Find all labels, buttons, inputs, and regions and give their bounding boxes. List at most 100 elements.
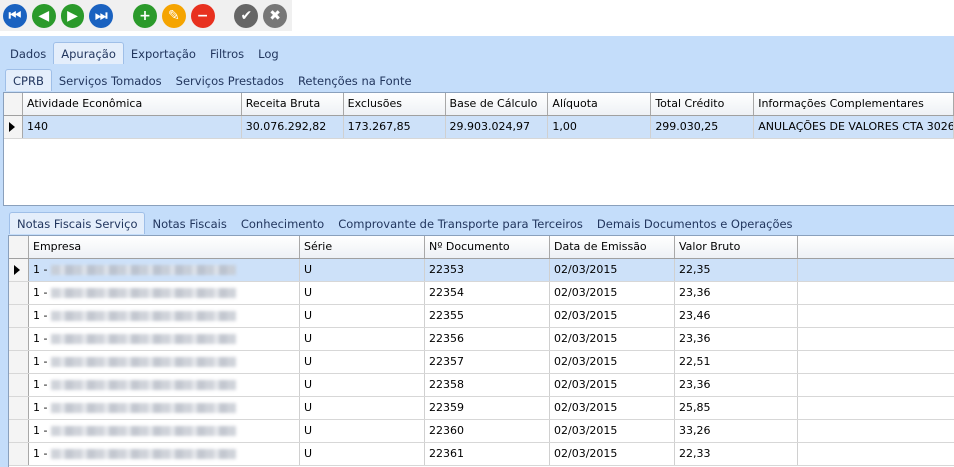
last-record-button[interactable]: ⏭ bbox=[89, 3, 114, 28]
minus-icon: − bbox=[196, 7, 209, 24]
cell-text: 22360 bbox=[429, 424, 464, 437]
edit-button[interactable]: ✎ bbox=[161, 3, 186, 28]
previous-record-button[interactable]: ◀ bbox=[31, 3, 56, 28]
cell-text: 22355 bbox=[429, 309, 464, 322]
table-row[interactable]: 1 - U 22361 02/03/2015 22,33 bbox=[9, 443, 954, 466]
cell-text: 22,51 bbox=[679, 355, 711, 368]
subtab-cprb[interactable]: CPRB bbox=[5, 69, 52, 91]
cell-text: 02/03/2015 bbox=[554, 263, 618, 276]
table-cell: U bbox=[300, 351, 425, 373]
next-record-button[interactable]: ▶ bbox=[60, 3, 85, 28]
cell-text: 29.903.024,97 bbox=[449, 120, 531, 133]
column-header[interactable]: Data de Emissão bbox=[550, 236, 675, 258]
row-indicator[interactable] bbox=[9, 397, 29, 419]
cell-text: 173.267,85 bbox=[347, 120, 411, 133]
subtab-reten-es-na-fonte[interactable]: Retenções na Fonte bbox=[291, 71, 419, 91]
table-cell: 1 - bbox=[29, 374, 300, 396]
redacted-company-name bbox=[50, 380, 236, 390]
table-cell: 173.267,85 bbox=[344, 116, 446, 138]
doctab-notas-fiscais-servi-o[interactable]: Notas Fiscais Serviço bbox=[9, 212, 146, 234]
cell-text: 23,36 bbox=[679, 286, 711, 299]
table-cell: 33,26 bbox=[675, 420, 798, 442]
column-header[interactable]: Informações Complementares bbox=[754, 93, 954, 115]
cell-text: 02/03/2015 bbox=[554, 401, 618, 414]
add-button[interactable]: + bbox=[133, 3, 157, 28]
cell-text: 30.076.292,82 bbox=[245, 120, 327, 133]
cell-text: 1 - bbox=[33, 332, 48, 345]
tab-dados[interactable]: Dados bbox=[3, 44, 53, 64]
column-header[interactable]: Empresa bbox=[29, 236, 300, 258]
tab-log[interactable]: Log bbox=[251, 44, 286, 64]
cell-text: 22361 bbox=[429, 447, 464, 460]
table-cell: 1 - bbox=[29, 282, 300, 304]
column-header[interactable]: Série bbox=[300, 236, 425, 258]
subtab-servi-os-tomados[interactable]: Serviços Tomados bbox=[52, 71, 169, 91]
table-row[interactable]: 1 - U 22355 02/03/2015 23,46 bbox=[9, 305, 954, 328]
main-tabs: Dados Apuração Exportação Filtros Log bbox=[3, 42, 286, 64]
table-cell: 22358 bbox=[425, 374, 550, 396]
table-cell: 25,85 bbox=[675, 397, 798, 419]
table-cell: 1 - bbox=[29, 420, 300, 442]
row-indicator[interactable] bbox=[9, 443, 29, 465]
close-icon: ✖ bbox=[269, 7, 282, 24]
table-cell: U bbox=[300, 443, 425, 465]
table-row[interactable]: 1 - U 22360 02/03/2015 33,26 bbox=[9, 420, 954, 443]
row-indicator[interactable] bbox=[4, 116, 23, 138]
column-header[interactable]: Receita Bruta bbox=[242, 93, 344, 115]
column-header[interactable]: Nº Documento bbox=[425, 236, 550, 258]
current-row-arrow-icon bbox=[14, 265, 20, 275]
table-cell: 23,36 bbox=[675, 328, 798, 350]
tab-exporta-o[interactable]: Exportação bbox=[124, 44, 203, 64]
plus-icon: + bbox=[139, 7, 151, 24]
column-header[interactable]: Alíquota bbox=[548, 93, 652, 115]
table-row[interactable]: 1 - U 22353 02/03/2015 22,35 bbox=[9, 259, 954, 282]
table-cell: 22,33 bbox=[675, 443, 798, 465]
first-record-button[interactable]: ⏮ bbox=[3, 3, 27, 28]
header-row: Empresa Série Nº Documento Data de Emissão V… bbox=[9, 236, 954, 259]
doctab-conhecimento[interactable]: Conhecimento bbox=[234, 214, 331, 234]
redacted-company-name bbox=[50, 288, 236, 298]
tab-filtros[interactable]: Filtros bbox=[203, 44, 251, 64]
cell-text: 1 - bbox=[33, 355, 48, 368]
cell-text: 22357 bbox=[429, 355, 464, 368]
cell-text: 1 - bbox=[33, 309, 48, 322]
play-left-icon: ◀ bbox=[38, 7, 50, 24]
cell-text: 23,36 bbox=[679, 378, 711, 391]
column-header[interactable]: Atividade Econômica bbox=[23, 93, 242, 115]
row-indicator[interactable] bbox=[9, 420, 29, 442]
table-row[interactable]: 1 - U 22354 02/03/2015 23,36 bbox=[9, 282, 954, 305]
cell-text: 22354 bbox=[429, 286, 464, 299]
confirm-button[interactable]: ✔ bbox=[234, 3, 259, 28]
table-cell: 1 - bbox=[29, 305, 300, 327]
row-indicator[interactable] bbox=[9, 374, 29, 396]
column-header[interactable]: Exclusões bbox=[344, 93, 446, 115]
table-cell: 02/03/2015 bbox=[550, 397, 675, 419]
table-cell: 29.903.024,97 bbox=[446, 116, 549, 138]
cell-text: 1,00 bbox=[552, 120, 577, 133]
doctab-comprovante-de-transporte-para-terceiros[interactable]: Comprovante de Transporte para Terceiros bbox=[331, 214, 590, 234]
row-indicator[interactable] bbox=[9, 305, 29, 327]
column-header[interactable]: Base de Cálculo bbox=[446, 93, 549, 115]
table-row[interactable]: 1 - U 22357 02/03/2015 22,51 bbox=[9, 351, 954, 374]
cell-text: 22,33 bbox=[679, 447, 711, 460]
row-indicator-header bbox=[9, 236, 29, 258]
row-indicator[interactable] bbox=[9, 328, 29, 350]
column-header[interactable]: Valor Bruto bbox=[675, 236, 798, 258]
cancel-button[interactable]: ✖ bbox=[263, 3, 288, 28]
doctab-demais-documentos-e-opera-es[interactable]: Demais Documentos e Operações bbox=[590, 214, 800, 234]
doctab-notas-fiscais[interactable]: Notas Fiscais bbox=[145, 214, 233, 234]
delete-button[interactable]: − bbox=[190, 3, 215, 28]
table-row[interactable]: 1 - U 22359 02/03/2015 25,85 bbox=[9, 397, 954, 420]
row-indicator[interactable] bbox=[9, 282, 29, 304]
subtab-servi-os-prestados[interactable]: Serviços Prestados bbox=[169, 71, 291, 91]
table-row[interactable]: 1 - U 22356 02/03/2015 23,36 bbox=[9, 328, 954, 351]
tab-apura-o[interactable]: Apuração bbox=[53, 42, 124, 64]
play-right-icon: ▶ bbox=[67, 7, 78, 24]
row-indicator[interactable] bbox=[9, 259, 29, 281]
cell-text: U bbox=[304, 355, 313, 368]
table-row[interactable]: 140 30.076.292,82 173.267,85 29.903.024,97 1… bbox=[4, 116, 954, 139]
table-cell: U bbox=[300, 305, 425, 327]
table-row[interactable]: 1 - U 22358 02/03/2015 23,36 bbox=[9, 374, 954, 397]
row-indicator[interactable] bbox=[9, 351, 29, 373]
column-header[interactable]: Total Crédito bbox=[651, 93, 755, 115]
